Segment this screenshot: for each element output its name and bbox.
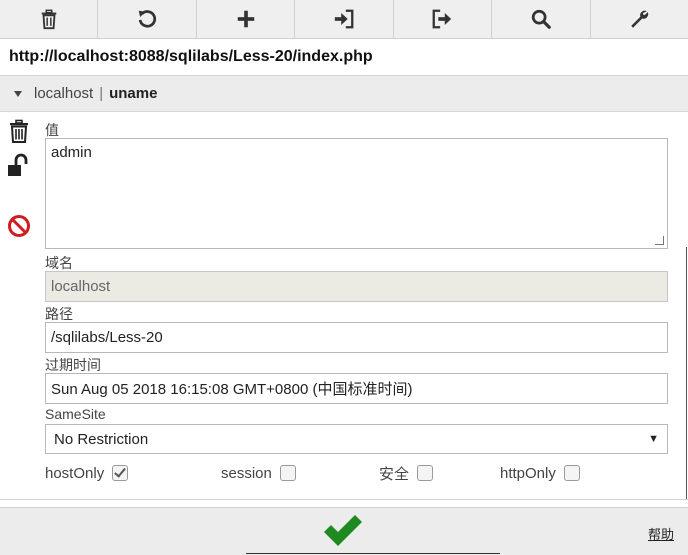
path-field[interactable]: /sqlilabs/Less-20 — [45, 322, 668, 353]
samesite-label: SameSite — [45, 406, 106, 422]
add-button[interactable] — [197, 0, 296, 38]
httponly-checkbox[interactable] — [563, 465, 580, 481]
session-checkbox[interactable] — [279, 465, 296, 481]
cookie-separator: | — [99, 85, 104, 102]
panel-edge-divider — [686, 247, 687, 499]
value-textarea[interactable]: admin — [45, 138, 668, 249]
expires-field[interactable]: Sun Aug 05 2018 16:15:08 GMT+0800 (中国标准时… — [45, 373, 668, 404]
form-bottom-divider — [0, 499, 688, 500]
trash-icon — [41, 9, 57, 30]
expires-label: 过期时间 — [45, 357, 101, 373]
domain-label: 域名 — [45, 255, 73, 271]
domain-value: localhost — [51, 278, 111, 295]
reset-icon — [138, 10, 157, 28]
session-label: session — [221, 464, 272, 482]
secure-option: 安全 — [379, 462, 434, 484]
footer-underline — [246, 553, 500, 554]
hostonly-checkbox[interactable] — [112, 465, 129, 481]
path-value: /sqlilabs/Less-20 — [51, 329, 163, 346]
hostonly-option: hostOnly — [45, 462, 129, 484]
httponly-option: httpOnly — [500, 462, 580, 484]
reset-button[interactable] — [98, 0, 197, 38]
domain-field: localhost — [45, 271, 668, 302]
cookie-flags: hostOnly session 安全 httpOnly — [45, 462, 668, 484]
protect-cookie-button[interactable] — [7, 153, 31, 182]
import-button[interactable] — [295, 0, 394, 38]
search-button[interactable] — [492, 0, 591, 38]
delete-cookie-button[interactable] — [7, 119, 31, 148]
help-link[interactable]: 帮助 — [648, 524, 674, 543]
collapse-triangle-icon[interactable] — [14, 90, 22, 97]
export-icon — [432, 9, 452, 29]
wrench-icon — [631, 10, 649, 28]
secure-checkbox[interactable] — [417, 465, 434, 481]
search-icon — [531, 9, 551, 29]
add-icon — [237, 10, 254, 28]
delete-all-button[interactable] — [0, 0, 99, 38]
expires-value: Sun Aug 05 2018 16:15:08 GMT+0800 (中国标准时… — [51, 381, 413, 398]
import-icon — [334, 9, 354, 29]
path-label: 路径 — [45, 306, 73, 322]
page-url: http://localhost:8088/sqlilabs/Less-20/i… — [9, 48, 373, 65]
session-option: session — [221, 462, 296, 484]
options-button[interactable] — [591, 0, 688, 38]
save-button[interactable] — [322, 514, 364, 550]
block-cookie-button[interactable] — [7, 214, 31, 243]
url-bar: http://localhost:8088/sqlilabs/Less-20/i… — [0, 39, 688, 76]
samesite-value: No Restriction — [54, 430, 149, 448]
checkmark-icon — [324, 515, 362, 546]
toolbar — [0, 0, 688, 39]
export-button[interactable] — [394, 0, 493, 38]
resize-grip-icon[interactable] — [655, 236, 664, 245]
secure-label: 安全 — [379, 465, 410, 483]
samesite-select[interactable]: No Restriction ▼ — [45, 424, 668, 454]
cookie-domain: localhost — [34, 85, 94, 102]
unlocked-padlock-icon — [8, 153, 28, 176]
httponly-label: httpOnly — [500, 464, 556, 482]
block-icon — [8, 215, 30, 237]
cookie-header[interactable]: localhost | uname — [0, 76, 688, 112]
cookie-name: uname — [109, 85, 158, 102]
value-text: admin — [51, 144, 92, 161]
value-label: 值 — [45, 122, 59, 138]
footer-bar: 帮助 — [0, 507, 688, 555]
dropdown-arrow-icon: ▼ — [648, 433, 659, 445]
trash-icon — [10, 119, 28, 143]
hostonly-label: hostOnly — [45, 464, 105, 482]
